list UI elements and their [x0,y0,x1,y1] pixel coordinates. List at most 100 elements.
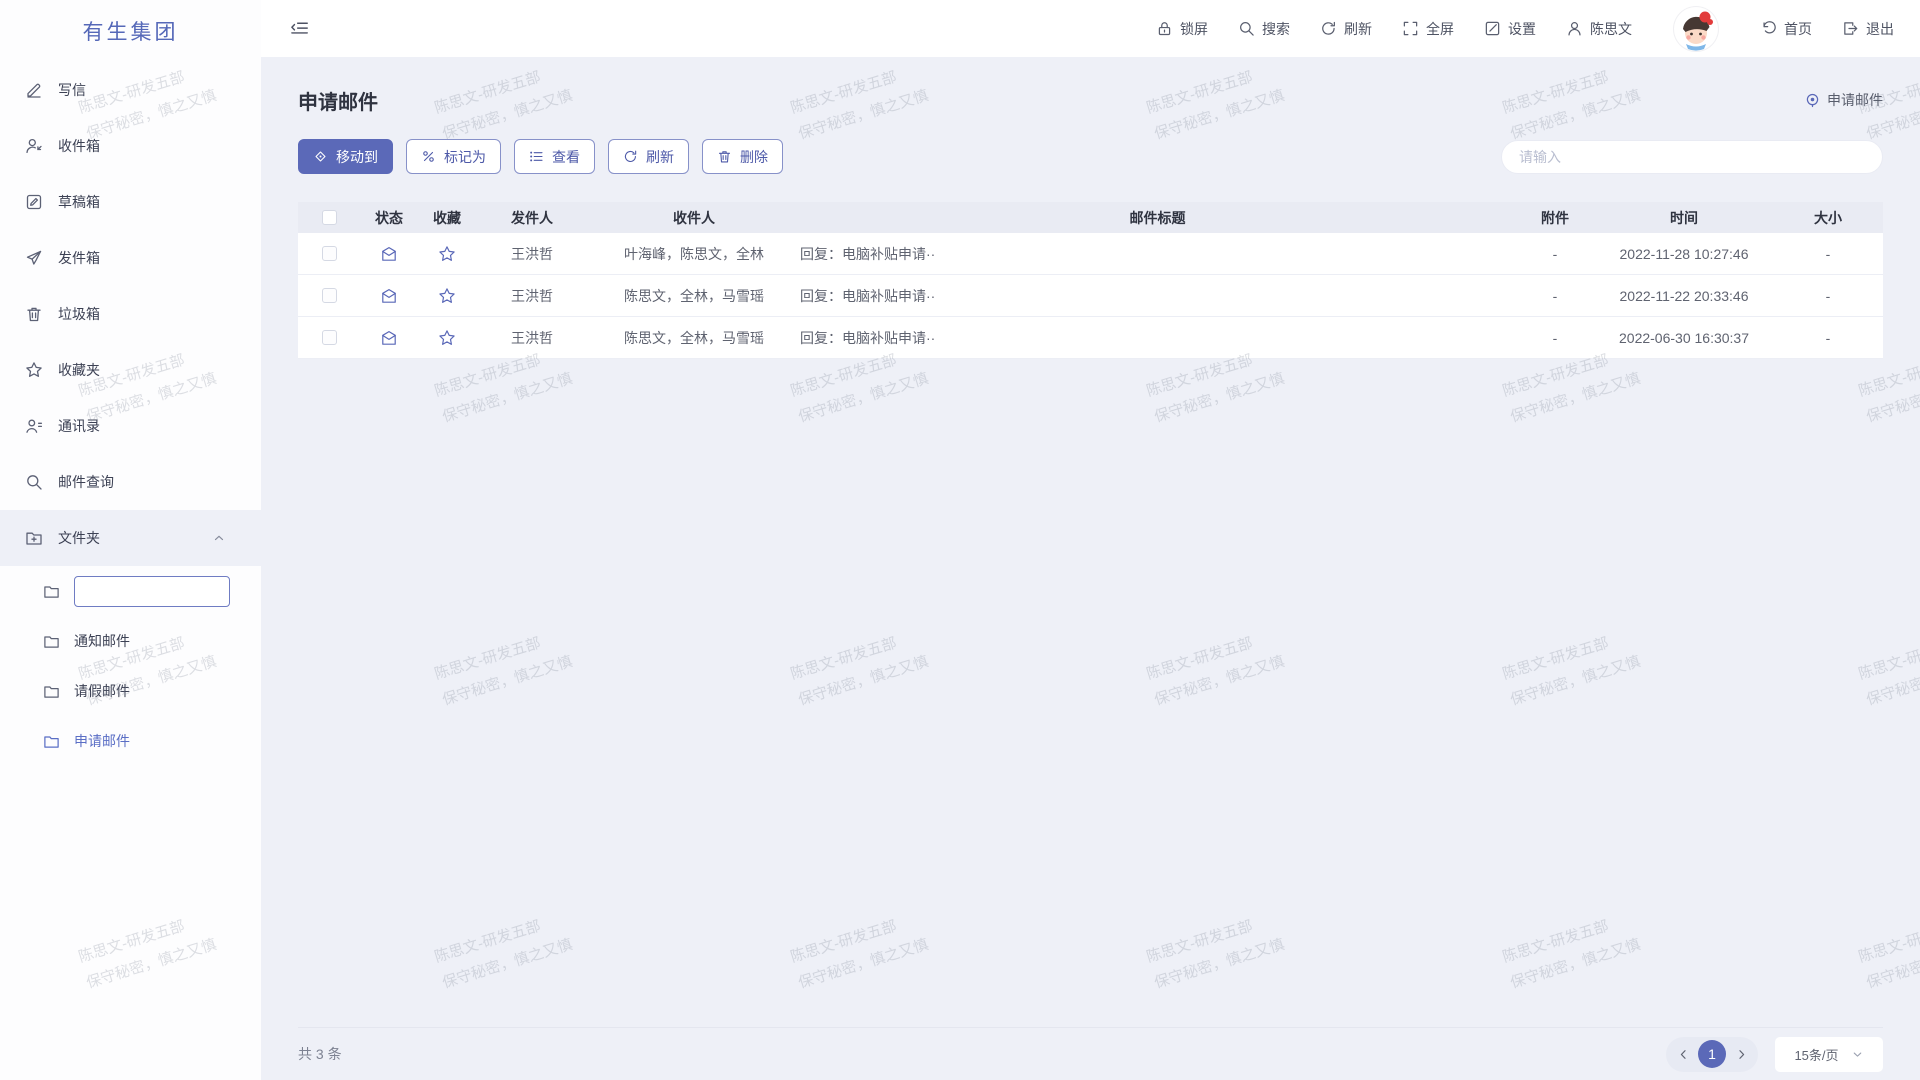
folder-label: 通知邮件 [74,631,130,651]
folder-plus-icon [25,529,43,547]
prev-page-icon[interactable] [1675,1046,1691,1062]
col-size: 大小 [1773,208,1883,228]
time-cell: 2022-11-22 20:33:46 [1595,288,1773,304]
folder-icon [43,583,60,600]
home-icon [1760,20,1777,37]
mail-status-icon [360,245,418,263]
lock-icon [1156,20,1173,37]
topbar-actions: 锁屏 搜索 刷新 全屏 设置 陈思文 [1156,7,1894,51]
col-status: 状态 [360,208,418,228]
attachment-cell: - [1515,246,1595,262]
subject-cell[interactable]: 回复：电脑补贴申请·· [800,244,1515,264]
per-page-value: 15条/页 [1794,1045,1838,1064]
per-page-select[interactable]: 15条/页 [1775,1037,1883,1072]
refresh-icon [1320,20,1337,37]
collapse-sidebar-icon[interactable] [289,19,309,39]
sidebar-item-compose[interactable]: 写信 [0,62,261,118]
table-header: 状态 收藏 发件人 收件人 邮件标题 附件 时间 大小 [298,202,1883,233]
action-label: 退出 [1866,19,1894,39]
folder-icon [43,633,60,650]
breadcrumb-label: 申请邮件 [1827,90,1883,110]
sidebar-item-folders[interactable]: 文件夹 [0,510,261,566]
sidebar-item-favorites[interactable]: 收藏夹 [0,342,261,398]
refresh-list-button[interactable]: 刷新 [608,139,689,174]
fullscreen-icon [1402,20,1419,37]
logout-button[interactable]: 退出 [1842,19,1894,39]
sidebar-item-sent[interactable]: 发件箱 [0,230,261,286]
refresh-button[interactable]: 刷新 [1320,19,1372,39]
button-label: 刷新 [646,147,674,167]
mark-as-button[interactable]: 标记为 [406,139,501,174]
trash-icon [717,149,732,164]
topbar: 锁屏 搜索 刷新 全屏 设置 陈思文 [261,0,1920,57]
total-count: 共 3 条 [298,1044,342,1064]
table-row[interactable]: 王洪哲 陈思文，全林，马雪瑶 回复：电脑补贴申请·· - 2022-11-22 … [298,275,1883,317]
row-checkbox[interactable] [298,330,360,345]
contacts-icon [25,417,43,435]
move-to-button[interactable]: 移动到 [298,139,393,174]
search-icon [25,473,43,491]
sidebar-item-mail-search[interactable]: 邮件查询 [0,454,261,510]
favorite-star-icon[interactable] [418,329,476,347]
delete-button[interactable]: 删除 [702,139,783,174]
mail-status-icon [360,287,418,305]
folder-label: 请假邮件 [74,681,130,701]
action-label: 刷新 [1344,19,1372,39]
table-row[interactable]: 王洪哲 叶海峰，陈思文，全林 回复：电脑补贴申请·· - 2022-11-28 … [298,233,1883,275]
search-icon [1238,20,1255,37]
page-number[interactable]: 1 [1698,1040,1726,1068]
chevron-up-icon[interactable] [212,531,226,545]
pencil-icon [25,81,43,99]
sidebar-nav: 写信 收件箱 草稿箱 发件箱 垃圾箱 收藏夹 通讯录 邮件查询 [0,62,261,766]
fullscreen-button[interactable]: 全屏 [1402,19,1454,39]
app-logo: 有生集团 [0,0,261,62]
folder-name-input[interactable] [74,576,230,607]
avatar[interactable] [1674,7,1718,51]
size-cell: - [1773,288,1883,304]
next-page-icon[interactable] [1733,1046,1749,1062]
favorite-star-icon[interactable] [418,287,476,305]
settings-button[interactable]: 设置 [1484,19,1536,39]
lock-screen-button[interactable]: 锁屏 [1156,19,1208,39]
table-row[interactable]: 王洪哲 陈思文，全林，马雪瑶 回复：电脑补贴申请·· - 2022-06-30 … [298,317,1883,359]
mail-table: 状态 收藏 发件人 收件人 邮件标题 附件 时间 大小 王洪哲 叶海峰，陈思文，… [298,202,1883,359]
folder-label: 申请邮件 [74,731,130,751]
sidebar-item-trash[interactable]: 垃圾箱 [0,286,261,342]
select-all-checkbox[interactable] [298,210,360,225]
mail-filter-input[interactable] [1501,140,1883,174]
send-icon [25,249,43,267]
favorite-star-icon[interactable] [418,245,476,263]
size-cell: - [1773,330,1883,346]
subject-cell[interactable]: 回复：电脑补贴申请·· [800,328,1515,348]
row-checkbox[interactable] [298,246,360,261]
button-label: 删除 [740,147,768,167]
draft-icon [25,193,43,211]
sidebar-folder-application[interactable]: 申请邮件 [0,716,261,766]
sidebar-item-drafts[interactable]: 草稿箱 [0,174,261,230]
sidebar-item-label: 通讯录 [58,416,100,436]
col-attachment: 附件 [1515,208,1595,228]
col-recipients: 收件人 [588,208,800,228]
sidebar-item-label: 垃圾箱 [58,304,100,324]
sidebar-item-label: 邮件查询 [58,472,114,492]
home-button[interactable]: 首页 [1760,19,1812,39]
sidebar-item-contacts[interactable]: 通讯录 [0,398,261,454]
button-label: 查看 [552,147,580,167]
subject-cell[interactable]: 回复：电脑补贴申请·· [800,286,1515,306]
search-button[interactable]: 搜索 [1238,19,1290,39]
row-checkbox[interactable] [298,288,360,303]
breadcrumb[interactable]: 申请邮件 [1804,90,1883,110]
action-label: 首页 [1784,19,1812,39]
sidebar-item-inbox[interactable]: 收件箱 [0,118,261,174]
action-label: 设置 [1508,19,1536,39]
sidebar: 有生集团 写信 收件箱 草稿箱 发件箱 垃圾箱 收藏夹 通讯录 [0,0,261,1080]
settings-icon [1484,20,1501,37]
button-label: 移动到 [336,147,378,167]
sidebar-item-label: 发件箱 [58,248,100,268]
view-button[interactable]: 查看 [514,139,595,174]
current-user[interactable]: 陈思文 [1566,19,1632,39]
sidebar-folder-leave[interactable]: 请假邮件 [0,666,261,716]
tag-percent-icon [421,149,436,164]
sidebar-folder-notice[interactable]: 通知邮件 [0,616,261,666]
user-icon [1566,20,1583,37]
